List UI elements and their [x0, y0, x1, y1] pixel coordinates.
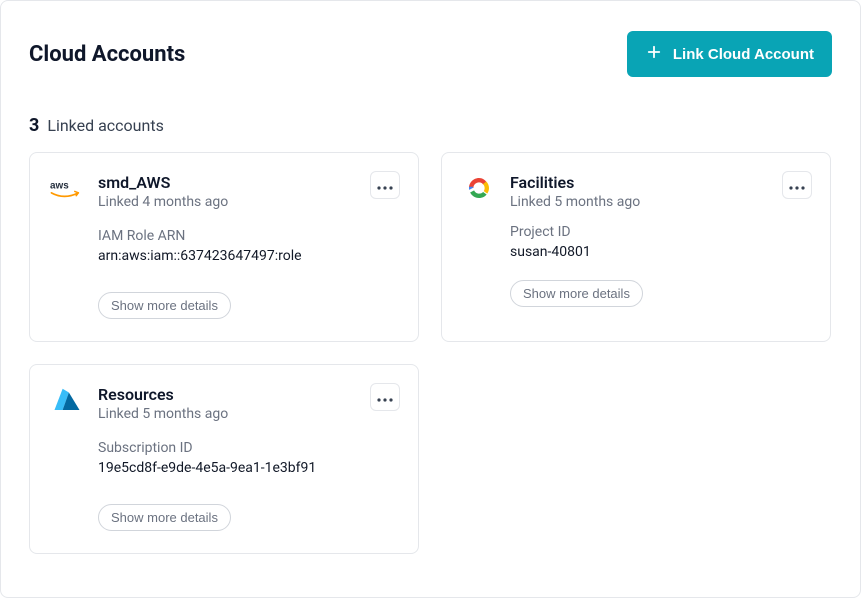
account-name: smd_AWS	[98, 173, 228, 192]
show-more-details-button[interactable]: Show more details	[98, 292, 231, 319]
account-detail-value: arn:aws:iam::637423647497:role	[98, 248, 398, 264]
link-cloud-account-label: Link Cloud Account	[673, 46, 814, 63]
more-horizontal-icon	[377, 390, 393, 405]
show-more-details-button[interactable]: Show more details	[510, 280, 643, 307]
account-detail-value: 19e5cd8f-e9de-4e5a-9ea1-1e3bf91	[98, 460, 398, 476]
cloud-accounts-page: Cloud Accounts Link Cloud Account 3 Link…	[0, 0, 861, 598]
plus-icon	[645, 43, 663, 65]
more-actions-button[interactable]	[782, 171, 812, 199]
account-linked-time: Linked 5 months ago	[510, 194, 640, 210]
account-detail-label: Subscription ID	[98, 440, 398, 456]
more-actions-button[interactable]	[370, 383, 400, 411]
linked-accounts-summary: 3 Linked accounts	[29, 115, 832, 136]
page-title: Cloud Accounts	[29, 42, 185, 67]
linked-accounts-label: Linked accounts	[47, 116, 164, 135]
azure-icon	[50, 385, 84, 419]
linked-accounts-count: 3	[29, 115, 39, 136]
aws-icon: aws	[50, 173, 84, 207]
gcp-icon	[462, 173, 496, 207]
account-detail-label: IAM Role ARN	[98, 228, 398, 244]
more-horizontal-icon	[377, 178, 393, 193]
page-header: Cloud Accounts Link Cloud Account	[29, 31, 832, 77]
account-cards: aws smd_AWS Linked 4 months ago IAM Role…	[29, 152, 832, 554]
svg-text:aws: aws	[50, 181, 69, 192]
account-card-gcp: Facilities Linked 5 months ago Project I…	[441, 152, 831, 342]
link-cloud-account-button[interactable]: Link Cloud Account	[627, 31, 832, 77]
account-linked-time: Linked 4 months ago	[98, 194, 228, 210]
account-card-azure: Resources Linked 5 months ago Subscripti…	[29, 364, 419, 554]
account-name: Facilities	[510, 173, 640, 192]
account-detail-label: Project ID	[510, 224, 810, 240]
account-detail-value: susan-40801	[510, 244, 810, 260]
show-more-details-button[interactable]: Show more details	[98, 504, 231, 531]
more-actions-button[interactable]	[370, 171, 400, 199]
account-name: Resources	[98, 385, 228, 404]
more-horizontal-icon	[789, 178, 805, 193]
account-card-aws: aws smd_AWS Linked 4 months ago IAM Role…	[29, 152, 419, 342]
account-linked-time: Linked 5 months ago	[98, 406, 228, 422]
